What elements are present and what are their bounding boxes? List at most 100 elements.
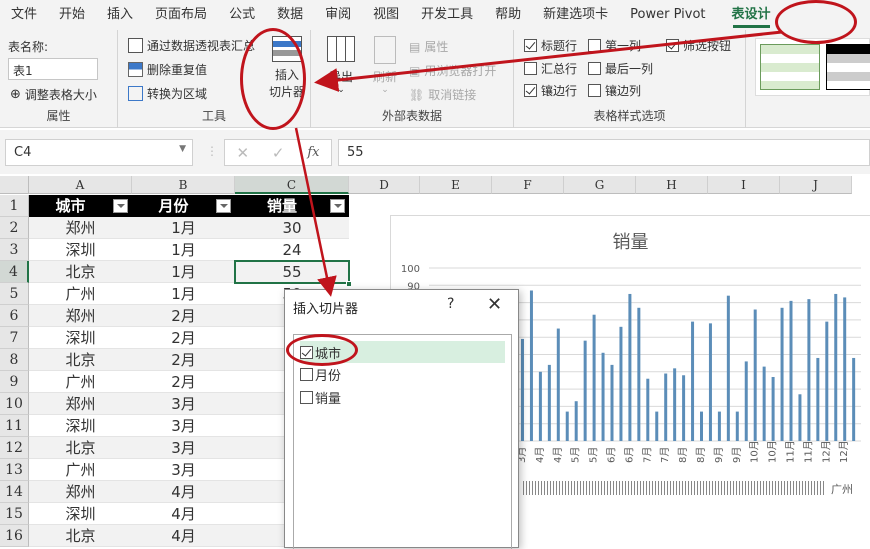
- cell-b16[interactable]: 4月: [132, 525, 235, 547]
- selected-cell-c4[interactable]: [234, 260, 350, 284]
- filter-dropdown-icon[interactable]: [330, 199, 345, 213]
- row-header-7[interactable]: 7: [0, 327, 29, 349]
- cell-a2[interactable]: 郑州: [29, 217, 132, 239]
- row-header-12[interactable]: 12: [0, 437, 29, 459]
- bar[interactable]: [637, 307, 641, 441]
- bar[interactable]: [529, 290, 533, 441]
- cell-a5[interactable]: 广州: [29, 283, 132, 305]
- cell-a7[interactable]: 深圳: [29, 327, 132, 349]
- bar[interactable]: [655, 411, 659, 441]
- total-row-checkbox[interactable]: 汇总行: [524, 60, 577, 77]
- cell-a11[interactable]: 深圳: [29, 415, 132, 437]
- bar[interactable]: [762, 366, 766, 441]
- bar[interactable]: [700, 411, 703, 441]
- enter-icon[interactable]: ✓: [272, 144, 285, 162]
- cell-a16[interactable]: 北京: [29, 525, 132, 547]
- insert-function-icon[interactable]: fx: [307, 145, 319, 160]
- row-header-2[interactable]: 2: [0, 217, 29, 239]
- name-box[interactable]: C4 ▼: [5, 139, 193, 166]
- export-button[interactable]: 导出 ⌄: [323, 36, 359, 95]
- bar[interactable]: [852, 357, 856, 441]
- close-icon[interactable]: ✕: [487, 294, 502, 315]
- row-header-5[interactable]: 5: [0, 283, 29, 305]
- column-header-e[interactable]: E: [420, 176, 492, 194]
- tab-10[interactable]: 新建选项卡: [532, 0, 619, 30]
- bar[interactable]: [798, 394, 802, 441]
- bar[interactable]: [574, 401, 578, 441]
- row-header-8[interactable]: 8: [0, 349, 29, 371]
- cell-b9[interactable]: 2月: [132, 371, 235, 393]
- bar[interactable]: [592, 314, 596, 441]
- row-header-10[interactable]: 10: [0, 393, 29, 415]
- cell-b6[interactable]: 2月: [132, 305, 235, 327]
- table-style-green[interactable]: [760, 44, 820, 90]
- bar[interactable]: [843, 297, 847, 441]
- table-style-black[interactable]: [826, 44, 870, 90]
- tab-8[interactable]: 开发工具: [410, 0, 484, 30]
- cell-a15[interactable]: 深圳: [29, 503, 132, 525]
- tab-6[interactable]: 审阅: [314, 0, 362, 30]
- tab-12[interactable]: 表设计: [721, 0, 782, 30]
- unlink-button[interactable]: ⛓ 取消链接: [409, 86, 476, 103]
- cell-a6[interactable]: 郑州: [29, 305, 132, 327]
- column-header-h[interactable]: H: [636, 176, 708, 194]
- row-header-13[interactable]: 13: [0, 459, 29, 481]
- cell-b4[interactable]: 1月: [132, 261, 235, 283]
- row-header-14[interactable]: 14: [0, 481, 29, 503]
- filter-button-checkbox[interactable]: 筛选按钮: [666, 37, 731, 54]
- cell-a9[interactable]: 广州: [29, 371, 132, 393]
- row-header-6[interactable]: 6: [0, 305, 29, 327]
- cell-a10[interactable]: 郑州: [29, 393, 132, 415]
- cell-a14[interactable]: 郑州: [29, 481, 132, 503]
- bar[interactable]: [673, 368, 677, 441]
- bar[interactable]: [664, 373, 668, 441]
- refresh-button[interactable]: 刷新 ⌄: [367, 36, 403, 95]
- row-header-9[interactable]: 9: [0, 371, 29, 393]
- cell-a3[interactable]: 深圳: [29, 239, 132, 261]
- row-header-1[interactable]: 1: [0, 195, 29, 217]
- header-row-checkbox[interactable]: 标题行: [524, 37, 577, 54]
- row-header-15[interactable]: 15: [0, 503, 29, 525]
- convert-to-range-button[interactable]: 转换为区域: [128, 85, 207, 102]
- cell-b14[interactable]: 4月: [132, 481, 235, 503]
- bar[interactable]: [744, 361, 748, 441]
- row-header-3[interactable]: 3: [0, 239, 29, 261]
- bar[interactable]: [735, 411, 739, 441]
- bar[interactable]: [780, 307, 784, 441]
- cell-a8[interactable]: 北京: [29, 349, 132, 371]
- bar[interactable]: [816, 357, 820, 441]
- bar[interactable]: [717, 411, 721, 441]
- field-sales[interactable]: 销量: [300, 386, 341, 408]
- bar[interactable]: [610, 364, 614, 441]
- open-in-browser-button[interactable]: ▣ 用浏览器打开: [409, 62, 496, 79]
- field-month[interactable]: 月份: [300, 363, 341, 385]
- bar[interactable]: [583, 340, 587, 441]
- row-header-16[interactable]: 16: [0, 525, 29, 547]
- bar[interactable]: [834, 293, 838, 441]
- cell-c2[interactable]: 30: [235, 217, 349, 239]
- bar[interactable]: [565, 411, 569, 441]
- formula-input[interactable]: 55: [338, 139, 870, 166]
- tab-1[interactable]: 开始: [48, 0, 96, 30]
- cancel-icon[interactable]: ✕: [236, 144, 249, 162]
- tab-5[interactable]: 数据: [266, 0, 314, 30]
- select-all-corner[interactable]: [0, 176, 29, 194]
- cell-b11[interactable]: 3月: [132, 415, 235, 437]
- banded-columns-checkbox[interactable]: 镶边列: [588, 82, 641, 99]
- external-properties-button[interactable]: ▤ 属性: [409, 38, 448, 55]
- tab-9[interactable]: 帮助: [484, 0, 532, 30]
- tab-4[interactable]: 公式: [218, 0, 266, 30]
- bar[interactable]: [628, 293, 632, 441]
- tab-3[interactable]: 页面布局: [144, 0, 218, 30]
- bar[interactable]: [547, 364, 551, 441]
- bar[interactable]: [726, 295, 730, 441]
- banded-rows-checkbox[interactable]: 镶边行: [524, 82, 577, 99]
- cell-b13[interactable]: 3月: [132, 459, 235, 481]
- bar[interactable]: [691, 321, 695, 441]
- bar[interactable]: [619, 326, 623, 441]
- cell-a13[interactable]: 广州: [29, 459, 132, 481]
- fill-handle[interactable]: [346, 281, 352, 287]
- bar[interactable]: [771, 376, 775, 441]
- pivot-summary-button[interactable]: 通过数据透视表汇总: [128, 37, 255, 54]
- chevron-down-icon[interactable]: ▼: [179, 144, 186, 154]
